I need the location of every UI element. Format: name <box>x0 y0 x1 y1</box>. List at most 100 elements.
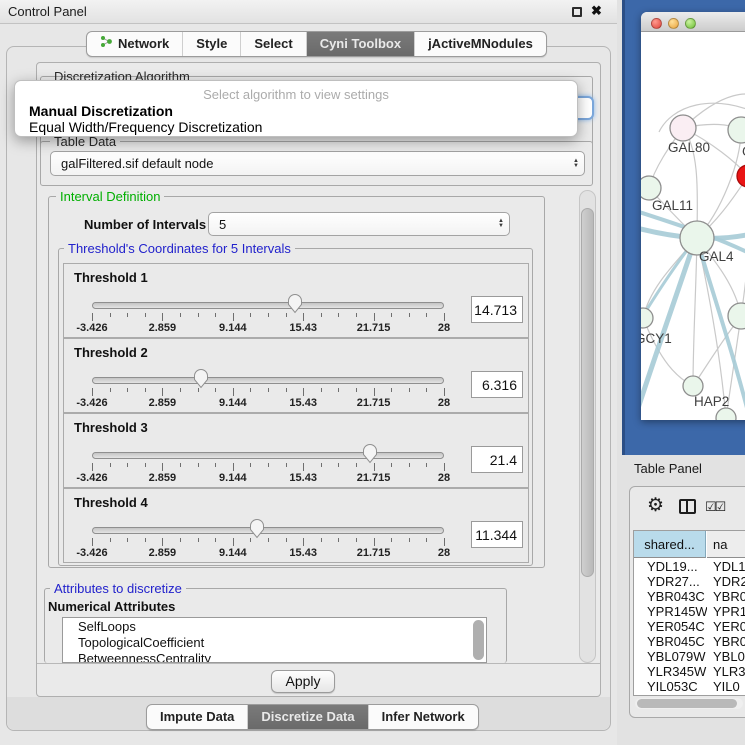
float-window-icon[interactable] <box>572 7 582 17</box>
table-header-name[interactable]: na <box>707 531 745 558</box>
attribute-item-selfloops[interactable]: SelfLoops <box>63 618 486 634</box>
minimize-traffic-light-icon[interactable] <box>668 18 679 29</box>
table-row[interactable]: YIL053CYIL0 <box>634 679 745 694</box>
table-row[interactable]: YLR345WYLR3 <box>634 664 745 679</box>
threshold-slider-track[interactable] <box>92 377 444 384</box>
tick-mark <box>162 538 163 546</box>
cell-shared-name: YDR27... <box>634 574 707 589</box>
node-label: HAP2 <box>694 394 729 409</box>
tick-mark <box>180 388 181 392</box>
tab-discretize-data[interactable]: Discretize Data <box>247 705 367 729</box>
tab-jactivemnodules[interactable]: jActiveMNodules <box>414 32 546 56</box>
threshold-slider-thumb[interactable] <box>362 443 378 464</box>
tick-mark <box>110 538 111 542</box>
attribute-item-betweennesscentrality[interactable]: BetweennessCentrality <box>63 650 486 663</box>
right-column: GAL80GAGAL11CGAL4GCY1HHAP2 Table Panel ⚙… <box>617 0 745 745</box>
table-row[interactable]: YBR043CYBR0 <box>634 589 745 604</box>
table-row[interactable]: YER054CYER0 <box>634 619 745 634</box>
tab-network[interactable]: Network <box>87 32 182 56</box>
popup-item-manual-discretization[interactable]: Manual Discretization <box>29 103 173 119</box>
stepper-icon[interactable]: ▲▼ <box>493 219 509 229</box>
node-label: GAL11 <box>652 198 693 213</box>
table-row[interactable]: YBR045CYBR0 <box>634 634 745 649</box>
number-of-intervals-value: 5 <box>209 217 493 232</box>
tick-mark <box>92 313 93 321</box>
attribute-item-topologicalcoefficient[interactable]: TopologicalCoefficient <box>63 634 486 650</box>
table-row[interactable]: YDL19...YDL1 <box>634 559 745 574</box>
table-header-shared-name[interactable]: shared... <box>634 531 706 558</box>
tick-mark <box>145 388 146 392</box>
cell-name: YBR0 <box>707 589 745 604</box>
threshold-value-field[interactable] <box>471 296 523 323</box>
threshold-slider-thumb[interactable] <box>249 518 265 539</box>
table-row[interactable]: YBL079WYBL0 <box>634 649 745 664</box>
tick-mark <box>180 463 181 467</box>
tick-mark <box>110 313 111 317</box>
threshold-slider-track[interactable] <box>92 527 444 534</box>
number-of-intervals-combobox[interactable]: 5 ▲▼ <box>208 212 510 236</box>
tab-select[interactable]: Select <box>240 32 305 56</box>
tick-mark <box>444 388 445 396</box>
checkboxes-icon[interactable]: ☑☑ <box>705 499 724 515</box>
slider-ticks <box>92 388 444 397</box>
network-node[interactable] <box>683 376 703 396</box>
table-data-combobox[interactable]: galFiltered.sif default node ▲▼ <box>50 151 585 176</box>
network-node-selected[interactable] <box>737 165 745 187</box>
table-hscrollbar-track[interactable] <box>635 698 743 709</box>
network-node[interactable] <box>641 308 653 328</box>
threshold-value-field[interactable] <box>471 521 523 548</box>
slider-tick-labels: -3.4262.8599.14415.4321.71528 <box>92 397 444 409</box>
popup-item-equal-width[interactable]: Equal Width/Frequency Discretization <box>29 119 262 135</box>
tick-mark <box>374 313 375 321</box>
settings-scrollbar-thumb[interactable] <box>581 208 594 577</box>
tick-mark <box>250 313 251 317</box>
tab-infer-network[interactable]: Infer Network <box>368 705 478 729</box>
threshold-slider-thumb[interactable] <box>287 293 303 314</box>
column-layout-icon[interactable] <box>679 499 696 514</box>
close-traffic-light-icon[interactable] <box>651 18 662 29</box>
threshold-value-field[interactable] <box>471 446 523 473</box>
threshold-slider-track[interactable] <box>92 452 444 459</box>
threshold-value-field[interactable] <box>471 371 523 398</box>
tick-label: 9.144 <box>219 322 247 334</box>
numerical-attributes-list[interactable]: SelfLoopsTopologicalCoefficientBetweenne… <box>62 617 487 663</box>
apply-button[interactable]: Apply <box>271 670 335 693</box>
threshold-slider-thumb[interactable] <box>193 368 209 389</box>
tick-mark <box>391 538 392 542</box>
network-node[interactable] <box>641 176 661 200</box>
network-view-frame[interactable]: GAL80GAGAL11CGAL4GCY1HHAP2 <box>622 0 745 455</box>
network-node[interactable] <box>728 303 745 329</box>
tick-label: 21.715 <box>357 397 391 409</box>
close-icon[interactable]: ✖ <box>591 3 602 19</box>
network-node[interactable] <box>728 117 745 143</box>
network-window-titlebar[interactable] <box>641 12 745 32</box>
list-scrollbar[interactable] <box>473 620 484 660</box>
network-node[interactable] <box>670 115 696 141</box>
tab-cyni-toolbox[interactable]: Cyni Toolbox <box>306 32 414 56</box>
gear-icon[interactable]: ⚙ <box>647 494 664 517</box>
table-hscrollbar-thumb[interactable] <box>637 699 737 708</box>
network-node[interactable] <box>716 408 736 420</box>
threshold-slider-track[interactable] <box>92 302 444 309</box>
node-label: GCY1 <box>641 331 672 346</box>
tick-label: -3.426 <box>76 322 107 334</box>
cyni-mode-tabbar: Impute DataDiscretize DataInfer Network <box>146 704 479 730</box>
tick-label: 2.859 <box>149 547 177 559</box>
table-row[interactable]: YDR27...YDR2 <box>634 574 745 589</box>
threshold-label: Threshold 3 <box>74 420 148 435</box>
threshold-panel-1: Threshold 1-3.4262.8599.14415.4321.71528 <box>63 263 529 338</box>
cell-name: YIL0 <box>707 679 740 694</box>
tick-label: 15.43 <box>289 472 317 484</box>
tab-style[interactable]: Style <box>182 32 240 56</box>
network-canvas[interactable]: GAL80GAGAL11CGAL4GCY1HHAP2 <box>641 32 745 420</box>
network-icon <box>100 32 113 56</box>
table-row[interactable]: YPR145WYPR1 <box>634 604 745 619</box>
tick-label: 9.144 <box>219 547 247 559</box>
zoom-traffic-light-icon[interactable] <box>685 18 696 29</box>
tick-mark <box>268 538 269 542</box>
tick-mark <box>286 388 287 392</box>
tick-mark <box>391 313 392 317</box>
stepper-icon[interactable]: ▲▼ <box>568 159 584 169</box>
tick-mark <box>338 538 339 542</box>
tab-impute-data[interactable]: Impute Data <box>147 705 247 729</box>
